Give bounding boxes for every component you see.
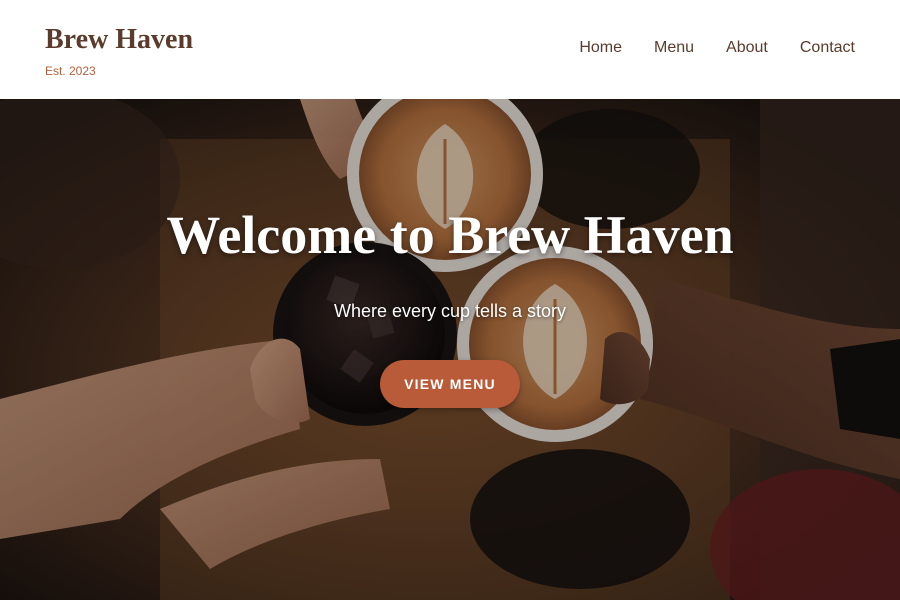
hero-subtitle: Where every cup tells a story [333, 301, 567, 321]
brand-name[interactable]: Brew Haven [45, 24, 193, 56]
hero-title: Welcome to Brew Haven [166, 205, 734, 265]
main-nav: Home Menu About Contact [579, 38, 855, 58]
brand: Brew Haven Est. 2023 [45, 24, 193, 78]
view-menu-button[interactable]: VIEW MENU [380, 360, 520, 408]
nav-link-about[interactable]: About [726, 38, 768, 58]
brand-tagline: Est. 2023 [45, 64, 96, 78]
hero-overlay [0, 99, 900, 600]
hero-section: Welcome to Brew Haven Where every cup te… [0, 99, 900, 600]
nav-link-home[interactable]: Home [579, 38, 622, 58]
nav-link-menu[interactable]: Menu [654, 38, 694, 58]
site-header: Brew Haven Est. 2023 Home Menu About Con… [0, 0, 900, 99]
nav-link-contact[interactable]: Contact [800, 38, 855, 58]
